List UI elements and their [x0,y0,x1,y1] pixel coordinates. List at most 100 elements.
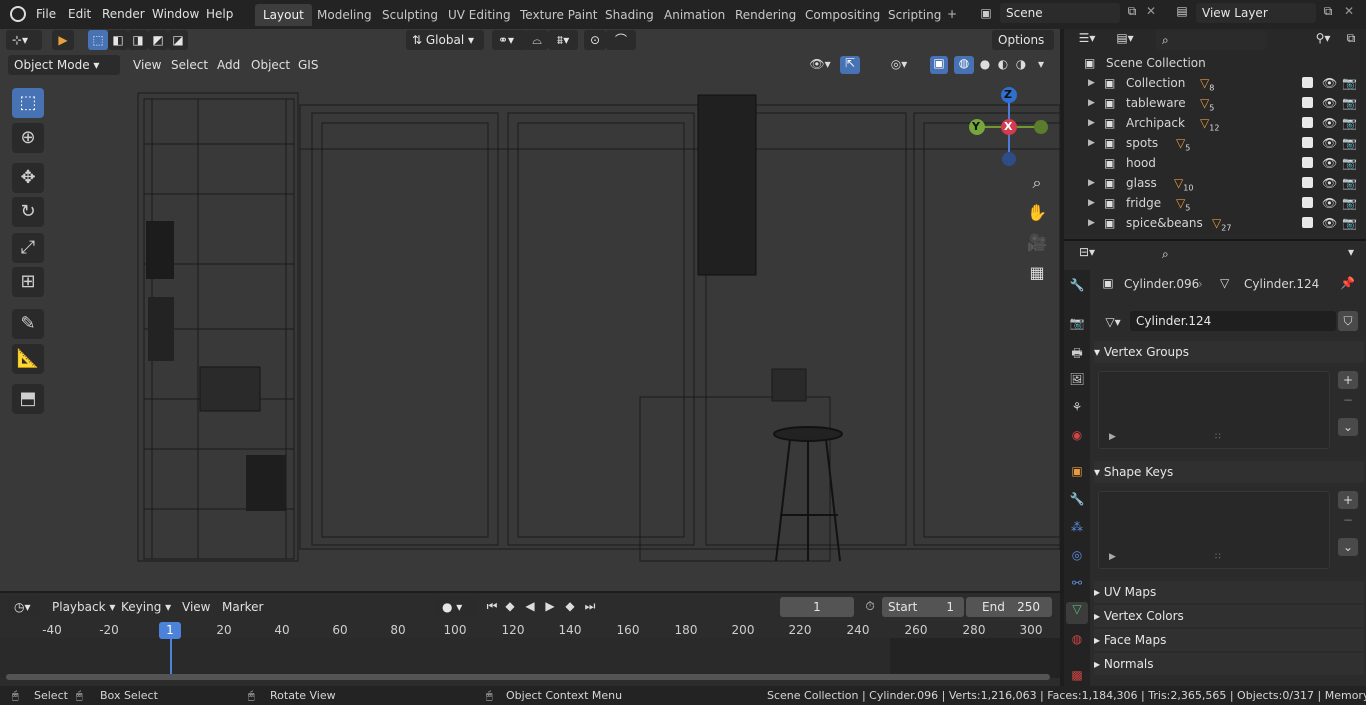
select-new-icon[interactable]: ⬚ [88,30,108,50]
remove-vertex-group-icon[interactable]: − [1338,391,1358,409]
world-tab-icon[interactable]: ◉ [1068,428,1086,442]
current-frame-field[interactable]: 1 [780,597,854,617]
render-camera-icon[interactable]: 📷 [1342,213,1357,233]
blender-logo-icon[interactable] [10,6,26,22]
outliner-editor-icon[interactable]: ☰▾ [1072,31,1102,45]
render-camera-icon[interactable]: 📷 [1342,113,1357,133]
material-shading-icon[interactable]: ◐ [994,57,1012,71]
solid-shading-icon[interactable]: ● [976,57,994,71]
properties-options-icon[interactable]: ▾ [1344,245,1358,259]
panel-vertex-groups[interactable]: ▾ Vertex Groups [1094,341,1364,363]
panel-normals[interactable]: ▸ Normals [1094,653,1364,675]
tab-rendering[interactable]: Rendering [727,4,804,26]
vp-menu-add[interactable]: Add [211,56,246,74]
options-dropdown[interactable]: Options [992,30,1054,50]
output-tab-icon[interactable]: 🖶 [1068,344,1086,365]
outliner-search-input[interactable]: ⌕ [1156,30,1266,50]
remove-scene-icon[interactable]: ✕ [1144,4,1158,18]
new-view-layer-icon[interactable]: ⧉ [1320,4,1336,19]
outliner-row[interactable]: ▶ ▣ glass ▽10 👁 📷 [1072,173,1366,193]
shape-keys-list[interactable]: ▶ ∷ [1098,491,1330,569]
mesh-name-field[interactable]: Cylinder.124 [1130,311,1336,331]
mode-dropdown[interactable]: Object Mode ▾ [8,55,120,75]
select-extend-icon[interactable]: ◧ [108,30,128,50]
outliner-row[interactable]: ▶ ▣ Archipack ▽12 👁 📷 [1072,113,1366,133]
exclude-checkbox[interactable] [1302,157,1313,168]
exclude-checkbox[interactable] [1302,197,1313,208]
scale-tool[interactable]: ⤢ [12,233,44,263]
display-mode-icon[interactable]: ▤▾ [1110,31,1140,45]
panel-shape-keys[interactable]: ▾ Shape Keys [1094,461,1364,483]
tab-shading[interactable]: Shading [597,4,662,26]
material-tab-icon[interactable]: ◍ [1068,632,1086,646]
remove-view-layer-icon[interactable]: ✕ [1342,4,1356,18]
eye-icon[interactable]: 👁 [1322,153,1337,173]
prev-keyframe-icon[interactable]: ◆ [502,599,518,613]
jump-end-icon[interactable]: ⏭ [582,599,598,614]
vp-menu-gis[interactable]: GIS [292,56,324,74]
list-expand-icon[interactable]: ▶ [1109,432,1116,442]
select-mode-icon[interactable]: ▶ [52,30,74,50]
vp-menu-view[interactable]: View [127,56,167,74]
exclude-checkbox[interactable] [1302,177,1313,188]
cursor-tool[interactable]: ⊕ [12,123,44,153]
fake-user-icon[interactable]: ⛉ [1338,311,1358,331]
properties-editor-icon[interactable]: ⊟▾ [1072,245,1102,259]
panel-uv-maps[interactable]: ▸ UV Maps [1094,581,1364,603]
render-camera-icon[interactable]: 📷 [1342,133,1357,153]
timeline-scrollbar[interactable] [6,674,1050,680]
tool-tab-icon[interactable]: 🔧 [1068,278,1086,292]
tab-sculpting[interactable]: Sculpting [374,4,446,26]
physics-tab-icon[interactable]: ◎ [1068,548,1086,562]
menu-help[interactable]: Help [200,5,239,23]
timeline-track-area[interactable] [0,638,1060,678]
tab-compositing[interactable]: Compositing [797,4,888,26]
disclosure-arrow-icon[interactable]: ▶ [1088,173,1095,193]
xray-icon[interactable]: ▣ [930,56,948,74]
timeline-menu-view[interactable]: View [176,598,216,616]
vertex-groups-list[interactable]: ▶ ∷ [1098,371,1330,449]
outliner-row[interactable]: ▶ ▣ spots ▽5 👁 📷 [1072,133,1366,153]
play-icon[interactable]: ▶ [542,599,558,613]
render-camera-icon[interactable]: 📷 [1342,193,1357,213]
constraints-tab-icon[interactable]: ⚯ [1068,576,1086,590]
render-camera-icon[interactable]: 📷 [1342,73,1357,93]
disclosure-arrow-icon[interactable]: ▶ [1088,113,1095,133]
shading-dropdown-icon[interactable]: ▾ [1034,57,1048,71]
overlays-icon[interactable]: ◎▾ [884,57,914,71]
vertex-group-menu-icon[interactable]: ⌄ [1338,418,1358,436]
eye-icon[interactable]: 👁 [1322,133,1337,153]
render-camera-icon[interactable]: 📷 [1342,153,1357,173]
exclude-checkbox[interactable] [1302,137,1313,148]
outliner-row[interactable]: ▣ hood 👁 📷 [1072,153,1366,173]
zoom-icon[interactable]: ⌕ [1024,170,1050,196]
list-resize-icon[interactable]: ∷ [1215,552,1221,562]
proportional-falloff-dropdown[interactable]: ⌒ [606,30,636,50]
view-layer-tab-icon[interactable]: 🖼 [1068,372,1086,386]
snap-toggle[interactable]: ⌓ [526,30,548,50]
timeline-editor-dropdown[interactable]: ◷▾ [8,597,40,617]
tab-texture-paint[interactable]: Texture Paint [512,4,605,26]
disclosure-arrow-icon[interactable]: ▶ [1088,193,1095,213]
scene-tab-icon[interactable]: ⚘ [1068,400,1086,414]
pin-icon[interactable]: 📌 [1340,276,1355,290]
add-vertex-group-icon[interactable]: + [1338,371,1358,389]
render-camera-icon[interactable]: 📷 [1342,93,1357,113]
outliner-row[interactable]: ▶ ▣ Collection ▽8 👁 📷 [1072,73,1366,93]
shape-key-menu-icon[interactable]: ⌄ [1338,538,1358,556]
scene-icon[interactable]: ▣ [974,6,998,20]
tab-layout[interactable]: Layout [255,4,312,26]
rendered-shading-icon[interactable]: ◑ [1012,57,1030,71]
gizmo-toggle-icon[interactable]: ⇱ [840,56,860,74]
eye-icon[interactable]: 👁 [1322,73,1337,93]
modifier-tab-icon[interactable]: 🔧 [1068,492,1086,506]
properties-search-input[interactable]: ⌕ [1156,244,1296,264]
list-resize-icon[interactable]: ∷ [1215,432,1221,442]
exclude-checkbox[interactable] [1302,97,1313,108]
select-intersect-icon[interactable]: ◪ [168,30,188,50]
timeline-menu-keying[interactable]: Keying ▾ [115,598,177,616]
disclosure-arrow-icon[interactable]: ▶ [1088,73,1095,93]
exclude-checkbox[interactable] [1302,117,1313,128]
outliner-row[interactable]: ▶ ▣ fridge ▽5 👁 📷 [1072,193,1366,213]
timeline[interactable]: ◷▾ Playback ▾ Keying ▾ View Marker ● ▾ ⏮… [0,593,1060,686]
